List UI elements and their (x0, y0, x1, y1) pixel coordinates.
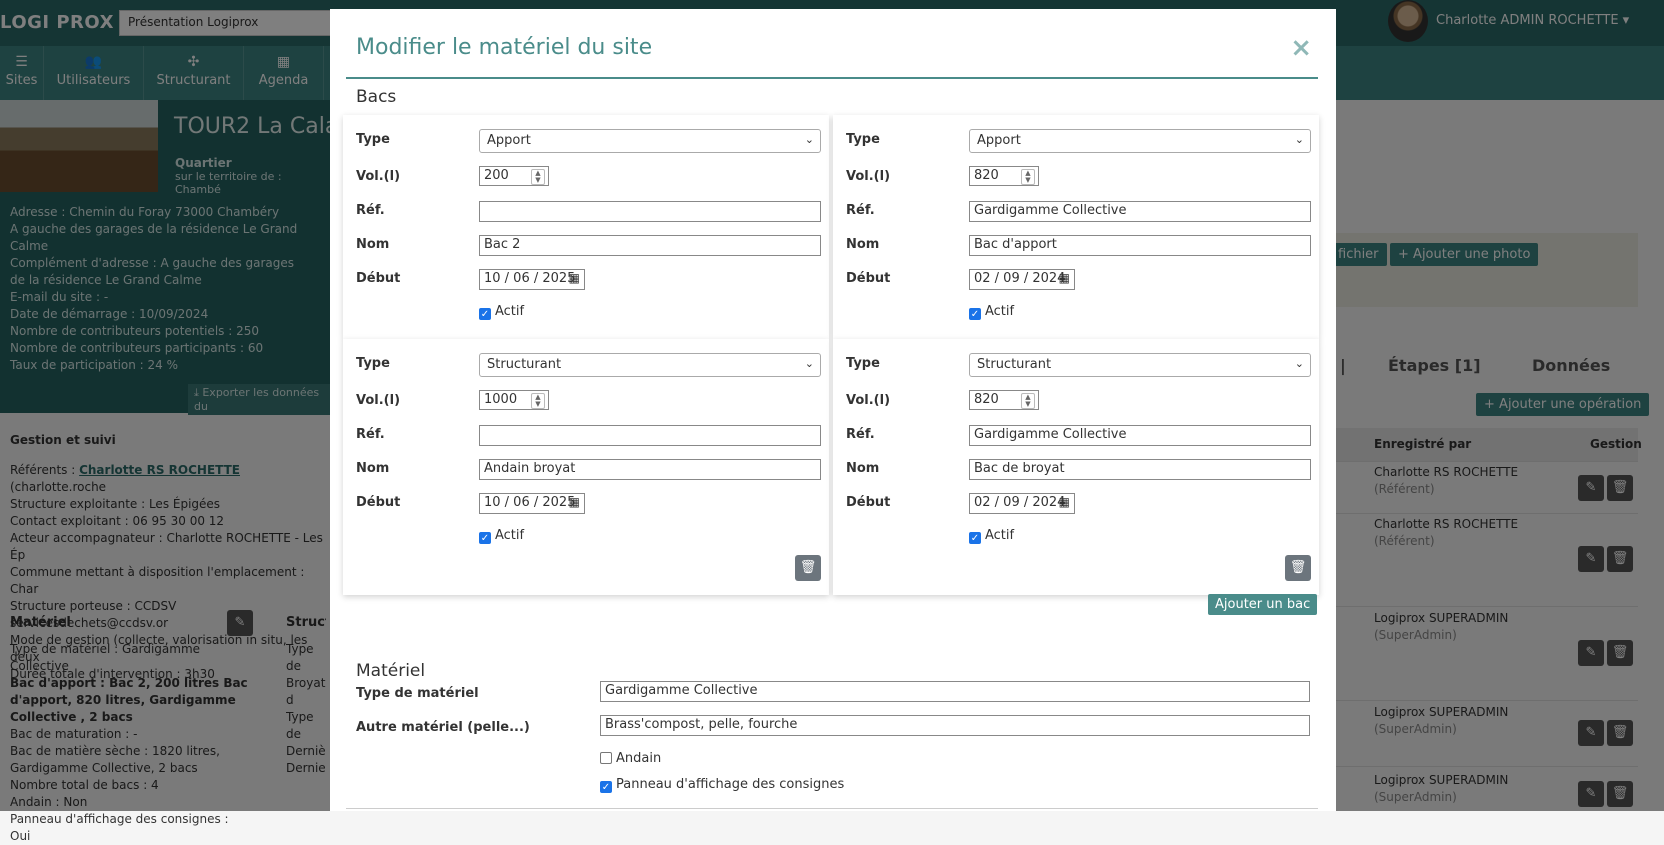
bac-type-select[interactable]: Apport ⌄ (479, 129, 821, 153)
bac-date-input[interactable]: 02 / 09 / 2024 ▦ (969, 269, 1075, 290)
autre-materiel-label: Autre matériel (pelle...) (356, 720, 530, 735)
bac-nom-input[interactable]: Andain broyat (479, 459, 821, 480)
bac-volume-input[interactable]: 1000 ▲ ▼ (479, 390, 549, 410)
bac-card: Type Structurant ⌄ Vol.(l) 820 ▲ ▼ Réf. Gar… (833, 339, 1319, 595)
bac-date-input[interactable]: 10 / 06 / 2025 ▦ (479, 493, 585, 514)
close-icon[interactable]: × (1290, 33, 1312, 63)
bac-type-select[interactable]: Structurant ⌄ (479, 353, 821, 377)
bacs-section-title: Bacs (356, 87, 397, 107)
bac-volume-input[interactable]: 200 ▲ ▼ (479, 166, 549, 186)
type-materiel-label: Type de matériel (356, 686, 479, 701)
spinner-icon[interactable]: ▲ ▼ (1021, 169, 1035, 185)
add-bac-button[interactable]: Ajouter un bac (1208, 594, 1318, 615)
calendar-icon: ▦ (1058, 271, 1070, 285)
trash-icon: 🗑 (1289, 560, 1307, 575)
bac-type-select[interactable]: Structurant ⌄ (969, 353, 1311, 377)
andain-checkbox[interactable]: Andain (600, 751, 661, 766)
delete-bac-button[interactable]: 🗑 (1285, 555, 1311, 581)
calendar-icon: ▦ (568, 271, 580, 285)
bac-volume-input[interactable]: 820 ▲ ▼ (969, 390, 1039, 410)
chevron-down-icon: ⌄ (804, 133, 814, 146)
bac-ref-input[interactable] (479, 201, 821, 222)
bac-volume-input[interactable]: 820 ▲ ▼ (969, 166, 1039, 186)
type-materiel-input[interactable]: Gardigamme Collective (600, 681, 1310, 702)
bac-actif-checkbox[interactable]: ✓ Actif (969, 304, 1014, 320)
bac-actif-checkbox[interactable]: ✓ Actif (479, 528, 524, 544)
chevron-down-icon: ⌄ (1294, 133, 1304, 146)
bac-nom-input[interactable]: Bac 2 (479, 235, 821, 256)
modal-title: Modifier le matériel du site (356, 35, 653, 60)
bac-ref-input[interactable]: Gardigamme Collective (969, 201, 1311, 222)
bac-actif-checkbox[interactable]: ✓ Actif (479, 304, 524, 320)
bac-card: Type Structurant ⌄ Vol.(l) 1000 ▲ ▼ Réf. No… (343, 339, 829, 595)
spinner-icon[interactable]: ▲ ▼ (531, 169, 545, 185)
chevron-down-icon: ⌄ (804, 357, 814, 370)
bac-date-input[interactable]: 10 / 06 / 2025 ▦ (479, 269, 585, 290)
modal-footer-divider (346, 808, 1318, 809)
autre-materiel-input[interactable]: Brass'compost, pelle, fourche (600, 715, 1310, 736)
bac-ref-input[interactable]: Gardigamme Collective (969, 425, 1311, 446)
chevron-down-icon: ⌄ (1294, 357, 1304, 370)
delete-bac-button[interactable]: 🗑 (795, 555, 821, 581)
bac-type-select[interactable]: Apport ⌄ (969, 129, 1311, 153)
bac-nom-input[interactable]: Bac de broyat (969, 459, 1311, 480)
bac-nom-input[interactable]: Bac d'apport (969, 235, 1311, 256)
spinner-icon[interactable]: ▲ ▼ (1021, 393, 1035, 409)
edit-materiel-modal: Modifier le matériel du site × Bacs Type… (330, 9, 1336, 811)
bac-card: Type Apport ⌄ Vol.(l) 200 ▲ ▼ Réf. Nom Bac … (343, 115, 829, 339)
calendar-icon: ▦ (1058, 495, 1070, 509)
bac-ref-input[interactable] (479, 425, 821, 446)
spinner-icon[interactable]: ▲ ▼ (531, 393, 545, 409)
bac-card: Type Apport ⌄ Vol.(l) 820 ▲ ▼ Réf. Gardigam… (833, 115, 1319, 339)
calendar-icon: ▦ (568, 495, 580, 509)
panneau-checkbox[interactable]: ✓ Panneau d'affichage des consignes (600, 777, 844, 793)
bac-date-input[interactable]: 02 / 09 / 2024 ▦ (969, 493, 1075, 514)
bac-actif-checkbox[interactable]: ✓ Actif (969, 528, 1014, 544)
modal-header-divider (346, 77, 1318, 79)
materiel-section-title: Matériel (356, 661, 426, 681)
trash-icon: 🗑 (799, 560, 817, 575)
